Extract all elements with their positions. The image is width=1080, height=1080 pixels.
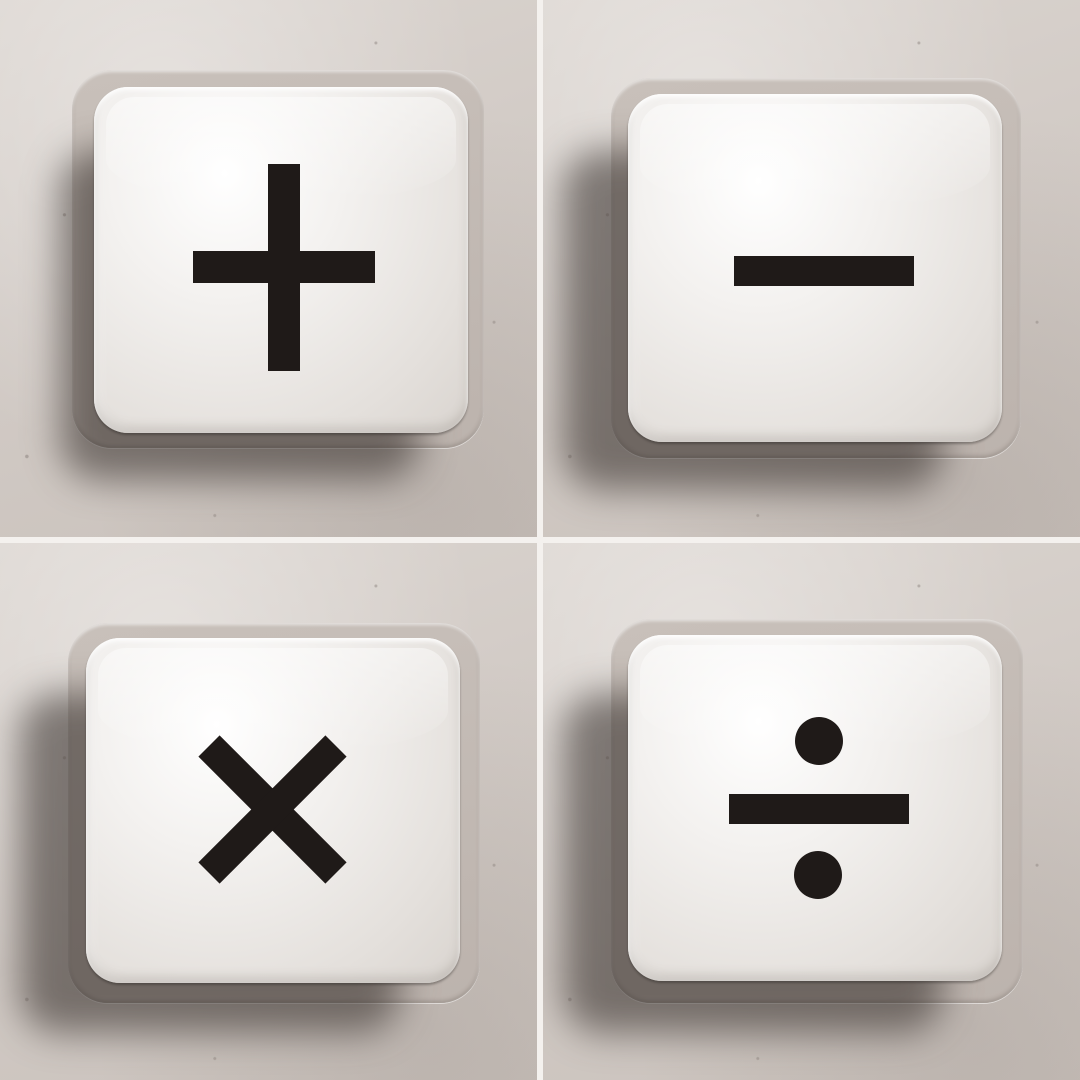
minus-icon bbox=[628, 94, 1002, 442]
panel-minus: − bbox=[543, 0, 1080, 537]
calculator-keys-grid: + − × bbox=[0, 0, 1080, 1080]
panel-plus: + bbox=[0, 0, 537, 537]
multiply-icon bbox=[86, 638, 460, 983]
plus-icon bbox=[94, 87, 468, 433]
minus-key[interactable]: − bbox=[628, 94, 1002, 442]
multiply-key[interactable]: × bbox=[86, 638, 460, 983]
panel-multiply: × bbox=[0, 543, 537, 1080]
panel-divide: ÷ bbox=[543, 543, 1080, 1080]
divide-key[interactable]: ÷ bbox=[628, 635, 1002, 981]
plus-key[interactable]: + bbox=[94, 87, 468, 433]
divide-icon bbox=[628, 635, 1002, 981]
